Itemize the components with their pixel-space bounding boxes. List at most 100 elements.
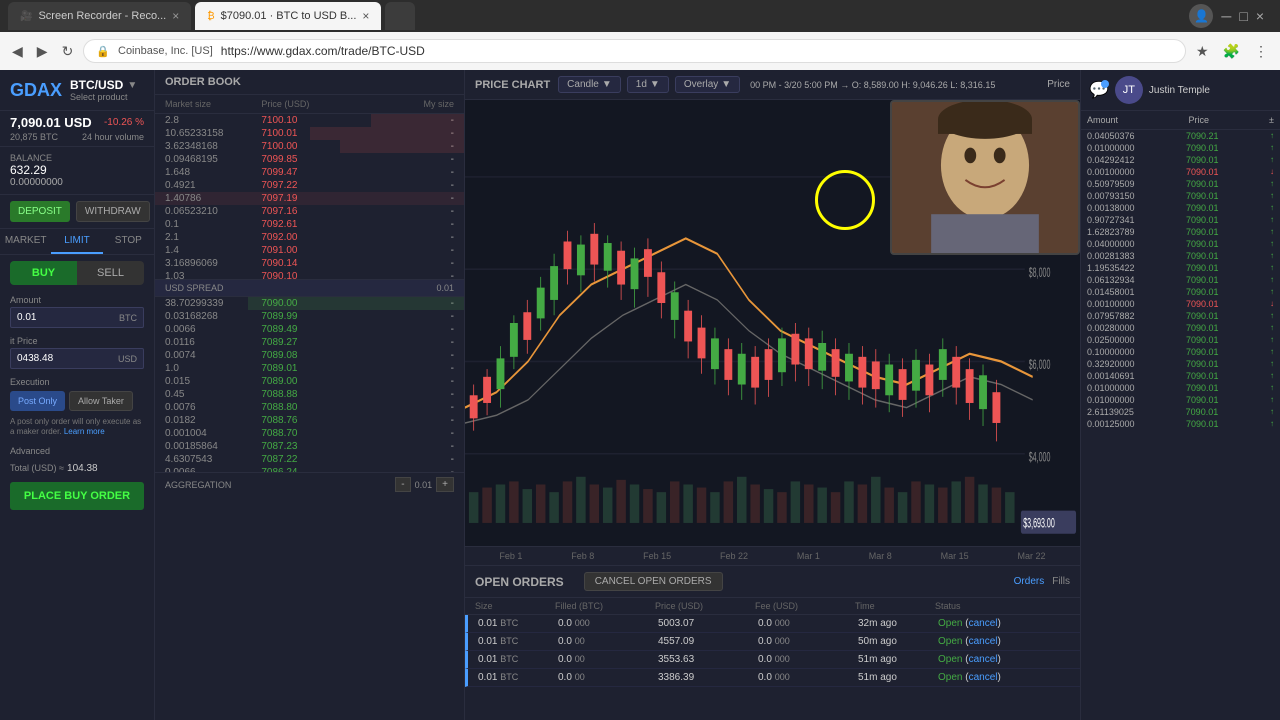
- table-row[interactable]: 1.4 7091.00 -: [155, 244, 464, 257]
- table-row[interactable]: 0.015 7089.00 -: [155, 375, 464, 388]
- table-row[interactable]: 0.1 7092.61 -: [155, 218, 464, 231]
- candle-type-btn[interactable]: Candle ▼: [558, 76, 621, 93]
- maximize-btn[interactable]: □: [1239, 8, 1247, 24]
- browser-tab-new[interactable]: [385, 2, 415, 30]
- address-bar[interactable]: 🔒 Coinbase, Inc. [US] https://www.gdax.c…: [83, 39, 1186, 63]
- order-status[interactable]: Open (cancel): [938, 618, 1058, 629]
- list-item[interactable]: 0.00793150 7090.01 ↑: [1081, 190, 1280, 202]
- table-row[interactable]: 3.16896069 7090.14 -: [155, 257, 464, 270]
- list-item[interactable]: 0.02500000 7090.01 ↑: [1081, 334, 1280, 346]
- post-only-button[interactable]: Post Only: [10, 391, 65, 411]
- cancel-all-orders-button[interactable]: CANCEL OPEN ORDERS: [584, 572, 723, 591]
- table-row[interactable]: 0.01 BTC 0.0 00 3553.63 0.0 000 51m ago …: [465, 651, 1080, 669]
- amount-input[interactable]: 0.01 BTC: [10, 307, 144, 328]
- minimize-btn[interactable]: ─: [1221, 8, 1231, 24]
- withdraw-button[interactable]: WITHDRAW: [76, 201, 150, 222]
- list-item[interactable]: 1.19535422 7090.01 ↑: [1081, 262, 1280, 274]
- list-item[interactable]: 1.62823789 7090.01 ↑: [1081, 226, 1280, 238]
- table-row[interactable]: 4.6307543 7087.22 -: [155, 453, 464, 466]
- tab-stop[interactable]: STOP: [103, 229, 154, 254]
- reload-btn[interactable]: ↻: [58, 39, 78, 64]
- advanced-toggle[interactable]: Advanced: [0, 442, 154, 460]
- table-row[interactable]: 0.03168268 7089.99 -: [155, 310, 464, 323]
- list-item[interactable]: 0.04050376 7090.21 ↑: [1081, 130, 1280, 142]
- pair-selector[interactable]: BTC/USD ▼ Select product: [70, 78, 137, 102]
- table-row[interactable]: 0.06523210 7097.16 -: [155, 205, 464, 218]
- table-row[interactable]: 10.65233158 7100.01 -: [155, 127, 464, 140]
- table-row[interactable]: 2.1 7092.00 -: [155, 231, 464, 244]
- table-row[interactable]: 0.0066 7086.24 -: [155, 466, 464, 472]
- list-item[interactable]: 0.01458001 7090.01 ↑: [1081, 286, 1280, 298]
- menu-btn[interactable]: ⋮: [1250, 39, 1272, 64]
- notification-area[interactable]: 💬: [1089, 80, 1109, 100]
- list-item[interactable]: 0.01000000 7090.01 ↑: [1081, 382, 1280, 394]
- list-item[interactable]: 0.00125000 7090.01 ↑: [1081, 418, 1280, 430]
- table-row[interactable]: 3.62348168 7100.00 -: [155, 140, 464, 153]
- tab-close-active[interactable]: ×: [362, 9, 369, 23]
- table-row[interactable]: 0.0074 7089.08 -: [155, 349, 464, 362]
- allow-taker-button[interactable]: Allow Taker: [69, 391, 133, 411]
- extensions-btn[interactable]: 🧩: [1219, 39, 1244, 64]
- list-item[interactable]: 0.00100000 7090.01 ↓: [1081, 166, 1280, 178]
- table-row[interactable]: 38.70299339 7090.00 -: [155, 297, 464, 310]
- list-item[interactable]: 0.10000000 7090.01 ↑: [1081, 346, 1280, 358]
- list-item[interactable]: 0.01000000 7090.01 ↑: [1081, 142, 1280, 154]
- aggregation-minus[interactable]: -: [395, 477, 410, 492]
- list-item[interactable]: 0.04292412 7090.01 ↑: [1081, 154, 1280, 166]
- table-row[interactable]: 0.45 7088.88 -: [155, 388, 464, 401]
- place-order-button[interactable]: PLACE BUY ORDER: [10, 482, 144, 510]
- tab-orders[interactable]: Orders: [1014, 576, 1045, 587]
- table-row[interactable]: 0.0066 7089.49 -: [155, 323, 464, 336]
- table-row[interactable]: 0.0182 7088.76 -: [155, 414, 464, 427]
- table-row[interactable]: 0.001004 7088.70 -: [155, 427, 464, 440]
- table-row[interactable]: 0.4921 7097.22 -: [155, 179, 464, 192]
- order-status[interactable]: Open (cancel): [938, 672, 1058, 683]
- table-row[interactable]: 0.0076 7088.80 -: [155, 401, 464, 414]
- list-item[interactable]: 0.00100000 7090.01 ↓: [1081, 298, 1280, 310]
- browser-tab-gdax[interactable]: ₿ $7090.01 · BTC to USD B... ×: [195, 2, 381, 30]
- table-row[interactable]: 1.0 7089.01 -: [155, 362, 464, 375]
- table-row[interactable]: 1.03 7090.10 -: [155, 270, 464, 279]
- cancel-order-link[interactable]: cancel: [969, 654, 998, 665]
- table-row[interactable]: 0.01 BTC 0.0 00 4557.09 0.0 000 50m ago …: [465, 633, 1080, 651]
- list-item[interactable]: 0.04000000 7090.01 ↑: [1081, 238, 1280, 250]
- list-item[interactable]: 2.61139025 7090.01 ↑: [1081, 406, 1280, 418]
- user-icon[interactable]: 👤: [1189, 4, 1213, 28]
- list-item[interactable]: 0.01000000 7090.01 ↑: [1081, 394, 1280, 406]
- avatar[interactable]: JT: [1115, 76, 1143, 104]
- aggregation-plus[interactable]: +: [436, 477, 454, 492]
- limit-price-input[interactable]: 0438.48 USD: [10, 348, 144, 369]
- tab-limit[interactable]: LIMIT: [51, 229, 102, 254]
- order-status[interactable]: Open (cancel): [938, 654, 1058, 665]
- table-row[interactable]: 0.01 BTC 0.0 000 5003.07 0.0 000 32m ago…: [465, 615, 1080, 633]
- deposit-button[interactable]: DEPOSIT: [10, 201, 70, 222]
- list-item[interactable]: 0.00281383 7090.01 ↑: [1081, 250, 1280, 262]
- forward-btn[interactable]: ▶: [33, 39, 52, 64]
- buy-button[interactable]: BUY: [10, 261, 77, 285]
- cancel-order-link[interactable]: cancel: [969, 636, 998, 647]
- bookmark-btn[interactable]: ★: [1192, 39, 1213, 64]
- list-item[interactable]: 0.00280000 7090.01 ↑: [1081, 322, 1280, 334]
- back-btn[interactable]: ◀: [8, 39, 27, 64]
- table-row[interactable]: 0.09468195 7099.85 -: [155, 153, 464, 166]
- list-item[interactable]: 0.32920000 7090.01 ↑: [1081, 358, 1280, 370]
- list-item[interactable]: 0.00138000 7090.01 ↑: [1081, 202, 1280, 214]
- cancel-order-link[interactable]: cancel: [969, 672, 998, 683]
- table-row[interactable]: 0.00185864 7087.23 -: [155, 440, 464, 453]
- close-btn[interactable]: ×: [1256, 8, 1264, 24]
- tab-fills[interactable]: Fills: [1052, 576, 1070, 587]
- list-item[interactable]: 0.07957882 7090.01 ↑: [1081, 310, 1280, 322]
- pair-dropdown-icon[interactable]: ▼: [127, 80, 137, 91]
- table-row[interactable]: 0.01 BTC 0.0 00 3386.39 0.0 000 51m ago …: [465, 669, 1080, 687]
- sell-button[interactable]: SELL: [77, 261, 144, 285]
- table-row[interactable]: 2.8 7100.10 -: [155, 114, 464, 127]
- table-row[interactable]: 1.40786 7097.19 -: [155, 192, 464, 205]
- tab-market[interactable]: MARKET: [0, 229, 51, 254]
- browser-tab-recorder[interactable]: 🎥 Screen Recorder - Reco... ×: [8, 2, 191, 30]
- order-status[interactable]: Open (cancel): [938, 636, 1058, 647]
- learn-more-link[interactable]: Learn more: [64, 427, 105, 436]
- list-item[interactable]: 0.90727341 7090.01 ↑: [1081, 214, 1280, 226]
- list-item[interactable]: 0.06132934 7090.01 ↑: [1081, 274, 1280, 286]
- cancel-order-link[interactable]: cancel: [969, 618, 998, 629]
- tab-close[interactable]: ×: [172, 9, 179, 23]
